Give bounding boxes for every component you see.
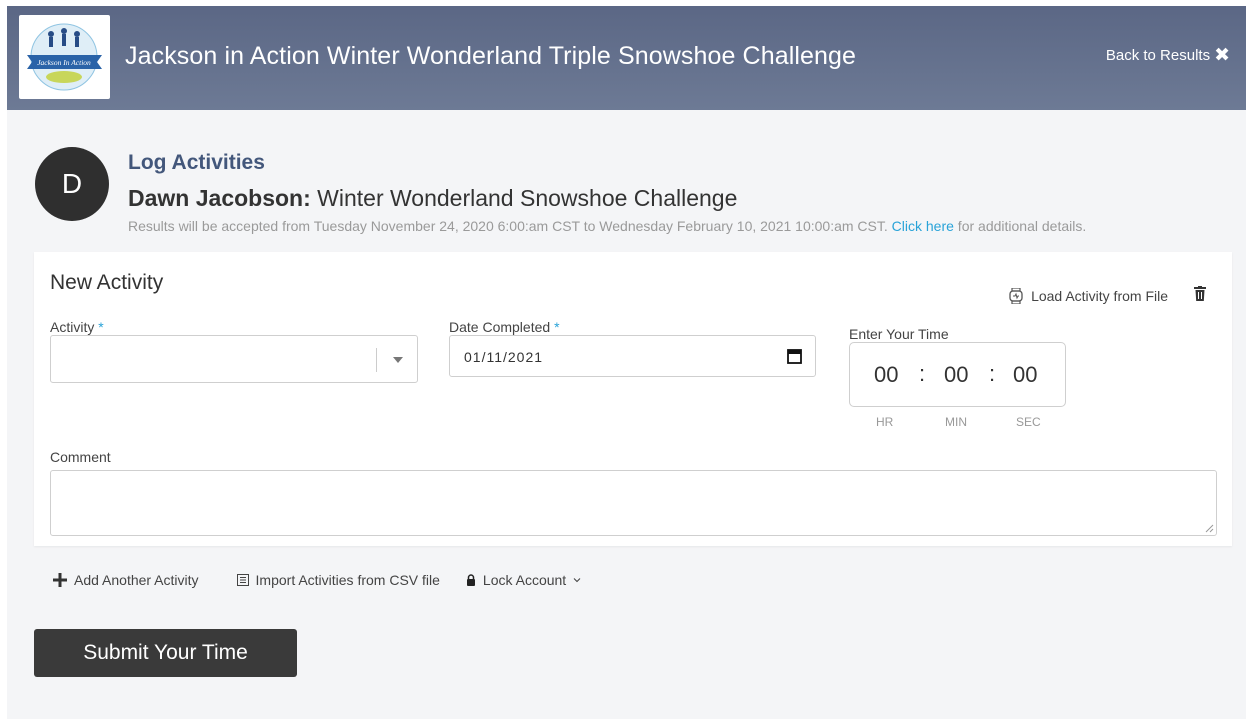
time-label: Enter Your Time: [849, 326, 949, 342]
hours-unit-label: HR: [876, 415, 894, 429]
required-marker: *: [554, 319, 560, 335]
chevron-down-icon: [573, 578, 581, 583]
import-csv-label: Import Activities from CSV file: [255, 572, 440, 588]
activity-label-text: Activity: [50, 319, 95, 335]
event-logo: Jackson In Action: [19, 15, 110, 99]
watch-icon: [1009, 288, 1023, 304]
minutes-unit-label: MIN: [945, 415, 967, 429]
minutes-field[interactable]: 00: [944, 362, 968, 388]
participant-name: Dawn Jacobson:: [128, 185, 311, 211]
lock-icon: [466, 574, 475, 586]
date-value: 01/11/2021: [464, 349, 544, 365]
date-completed-input[interactable]: 01/11/2021: [449, 335, 816, 377]
load-activity-file-label: Load Activity from File: [1031, 288, 1168, 304]
participant-event-heading: Dawn Jacobson: Winter Wonderland Snowsho…: [128, 185, 737, 212]
add-another-activity-label: Add Another Activity: [74, 572, 199, 588]
chevron-down-icon[interactable]: [393, 357, 403, 363]
app-header: Jackson In Action Jackson in Action Wint…: [7, 6, 1246, 110]
hours-field[interactable]: 00: [874, 362, 898, 388]
comment-label: Comment: [50, 449, 111, 465]
new-activity-card: New Activity Load Activity from File Act…: [34, 252, 1232, 546]
calendar-icon[interactable]: [787, 348, 802, 364]
details-link[interactable]: Click here: [892, 218, 954, 234]
resize-handle-icon[interactable]: [1205, 524, 1214, 533]
lock-account-dropdown[interactable]: Lock Account: [466, 572, 581, 588]
date-label-text: Date Completed: [449, 319, 551, 335]
acceptance-text: Results will be accepted from Tuesday No…: [128, 218, 888, 234]
lock-account-label: Lock Account: [482, 572, 567, 588]
acceptance-window-text: Results will be accepted from Tuesday No…: [128, 218, 1086, 234]
avatar: D: [35, 147, 109, 221]
date-label: Date Completed *: [449, 319, 560, 335]
select-divider: [376, 348, 377, 372]
back-to-results-link[interactable]: Back to Results ✖: [1105, 46, 1230, 65]
logo-icon: Jackson In Action: [27, 23, 102, 91]
submit-time-button[interactable]: Submit Your Time: [34, 629, 297, 677]
page-frame: Jackson In Action Jackson in Action Wint…: [7, 6, 1246, 719]
back-to-results-label: Back to Results: [1105, 47, 1211, 64]
seconds-unit-label: SEC: [1016, 415, 1041, 429]
load-activity-file-button[interactable]: Load Activity from File: [1009, 288, 1168, 304]
trash-icon[interactable]: [1194, 286, 1206, 306]
svg-text:Jackson In Action: Jackson In Action: [37, 58, 91, 67]
acceptance-suffix: for additional details.: [953, 218, 1087, 234]
add-another-activity-button[interactable]: Add Another Activity: [53, 572, 199, 588]
close-icon[interactable]: ✖: [1214, 46, 1230, 65]
activity-label: Activity *: [50, 319, 104, 335]
comment-textarea[interactable]: [50, 470, 1217, 536]
event-name: Winter Wonderland Snowshoe Challenge: [310, 185, 738, 211]
activity-select[interactable]: [50, 335, 418, 383]
card-title: New Activity: [50, 271, 164, 294]
time-separator: :: [919, 361, 926, 386]
list-icon: [236, 574, 249, 586]
plus-icon: [53, 573, 67, 587]
time-separator: :: [989, 361, 996, 386]
required-marker: *: [98, 319, 104, 335]
form-actions: Add Another Activity Import Activities f…: [53, 572, 581, 588]
time-input[interactable]: 00 : 00 : 00: [849, 342, 1066, 407]
seconds-field[interactable]: 00: [1013, 362, 1037, 388]
section-title: Log Activities: [128, 151, 265, 174]
page-title: Jackson in Action Winter Wonderland Trip…: [125, 42, 857, 70]
import-csv-button[interactable]: Import Activities from CSV file: [236, 572, 440, 588]
